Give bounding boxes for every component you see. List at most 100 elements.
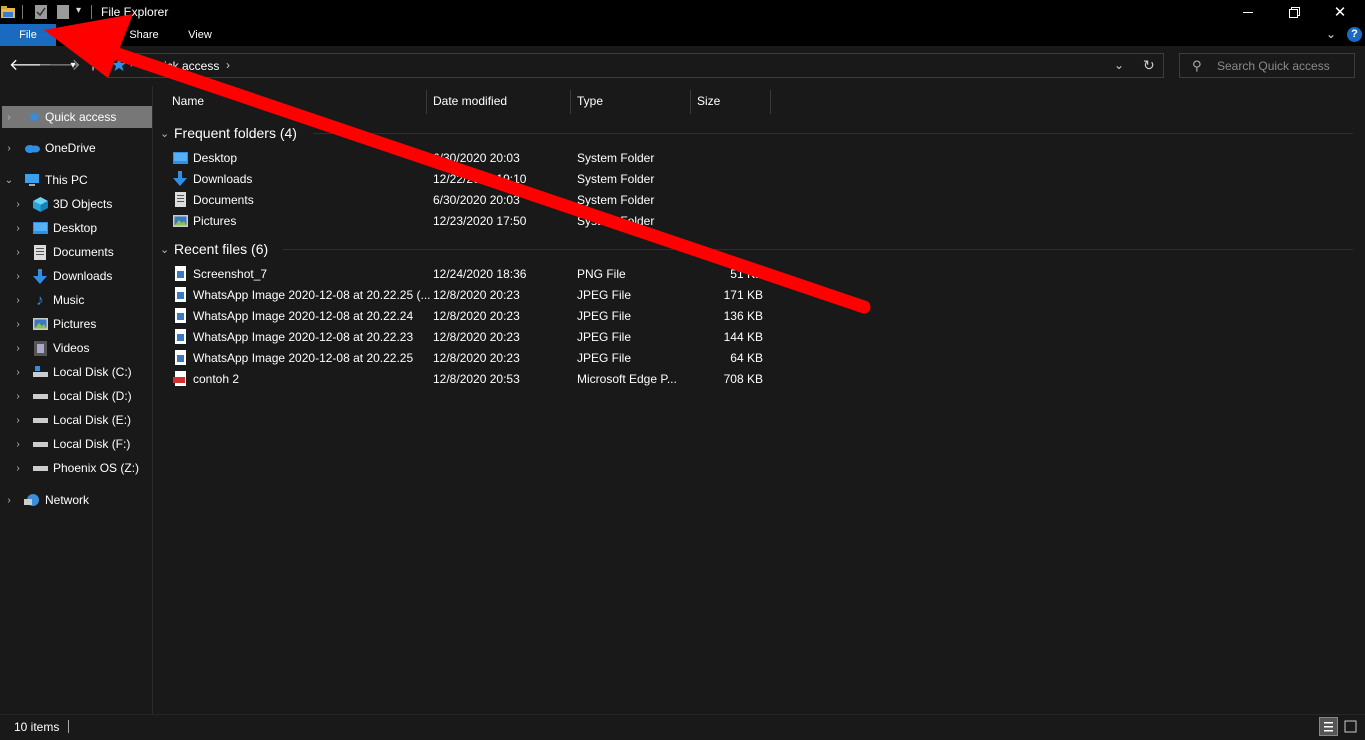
group-header-recent[interactable]: ⌄ Recent files (6) bbox=[160, 238, 268, 260]
breadcrumb-chevron-icon[interactable]: › bbox=[226, 58, 230, 72]
file-name: WhatsApp Image 2020-12-08 at 20.22.23 bbox=[193, 330, 414, 344]
restore-button[interactable] bbox=[1271, 0, 1317, 24]
list-item[interactable]: Desktop 6/30/2020 20:03 System Folder bbox=[171, 148, 781, 169]
sidebar-item-3d-objects[interactable]: › 3D Objects bbox=[0, 193, 152, 215]
chevron-right-icon[interactable]: › bbox=[4, 495, 14, 506]
image-file-icon bbox=[175, 329, 186, 344]
music-icon: ♪ bbox=[36, 291, 44, 309]
up-button[interactable]: 🡑 bbox=[83, 56, 103, 76]
back-button[interactable]: 🡐 bbox=[9, 56, 52, 76]
download-icon bbox=[32, 268, 48, 284]
tab-home[interactable]: Home bbox=[62, 24, 108, 46]
file-name: Downloads bbox=[193, 172, 253, 186]
sidebar-item-network[interactable]: › Network bbox=[0, 489, 152, 511]
list-item[interactable]: Documents 6/30/2020 20:03 System Folder bbox=[171, 190, 781, 211]
item-count: 10 items bbox=[14, 720, 60, 734]
list-item[interactable]: contoh 2 12/8/2020 20:53 Microsoft Edge … bbox=[171, 369, 781, 390]
chevron-right-icon[interactable]: › bbox=[4, 143, 14, 154]
chevron-right-icon[interactable]: › bbox=[13, 367, 23, 378]
help-icon[interactable]: ? bbox=[1347, 27, 1362, 42]
sidebar-item-local-disk-d[interactable]: › Local Disk (D:) bbox=[0, 385, 152, 407]
image-file-icon bbox=[175, 287, 186, 302]
drive-icon bbox=[32, 436, 48, 452]
column-header-date[interactable]: Date modified bbox=[433, 86, 507, 116]
tab-share[interactable]: Share bbox=[122, 24, 166, 46]
sidebar-item-music[interactable]: › ♪ Music bbox=[0, 289, 152, 311]
sidebar-item-pictures[interactable]: › Pictures bbox=[0, 313, 152, 335]
column-divider[interactable] bbox=[770, 90, 771, 114]
sidebar-item-phoenix-os[interactable]: › Phoenix OS (Z:) bbox=[0, 457, 152, 479]
column-divider[interactable] bbox=[426, 90, 427, 114]
chevron-right-icon[interactable]: › bbox=[13, 295, 23, 306]
sidebar-item-onedrive[interactable]: › OneDrive bbox=[0, 137, 152, 159]
ribbon-tabs: File Home Share View ⌄ ? bbox=[0, 24, 1365, 46]
column-header-type[interactable]: Type bbox=[577, 86, 603, 116]
customize-toolbar-icon[interactable]: ▾ bbox=[76, 5, 81, 16]
properties-icon[interactable] bbox=[34, 4, 48, 20]
column-header-size[interactable]: Size bbox=[697, 86, 720, 116]
column-divider[interactable] bbox=[570, 90, 571, 114]
sidebar-item-local-disk-c[interactable]: › Local Disk (C:) bbox=[0, 361, 152, 383]
chevron-right-icon[interactable]: › bbox=[13, 271, 23, 282]
expand-ribbon-icon[interactable]: ⌄ bbox=[1326, 27, 1336, 41]
file-size: 136 KB bbox=[723, 309, 763, 323]
minimize-button[interactable] bbox=[1225, 0, 1271, 24]
chevron-down-icon[interactable]: ⌄ bbox=[4, 175, 14, 186]
sidebar-item-this-pc[interactable]: ⌄ This PC bbox=[0, 169, 152, 191]
group-divider bbox=[313, 133, 1353, 134]
list-item[interactable]: WhatsApp Image 2020-12-08 at 20.22.25 12… bbox=[171, 348, 781, 369]
sidebar-item-label: OneDrive bbox=[45, 141, 96, 155]
close-button[interactable]: ✕ bbox=[1317, 0, 1363, 24]
chevron-right-icon[interactable]: › bbox=[13, 319, 23, 330]
chevron-right-icon[interactable]: › bbox=[13, 343, 23, 354]
chevron-right-icon[interactable]: › bbox=[13, 391, 23, 402]
refresh-icon[interactable]: ↻ bbox=[1143, 57, 1155, 74]
status-divider bbox=[68, 720, 69, 733]
new-folder-icon[interactable] bbox=[56, 4, 70, 20]
forward-button[interactable]: 🡒 bbox=[38, 56, 81, 76]
sidebar-item-downloads[interactable]: › Downloads bbox=[0, 265, 152, 287]
chevron-right-icon[interactable]: › bbox=[13, 463, 23, 474]
chevron-right-icon[interactable]: › bbox=[13, 223, 23, 234]
chevron-down-icon[interactable]: ⌄ bbox=[160, 127, 174, 140]
file-type: PNG File bbox=[577, 267, 626, 281]
list-item[interactable]: Screenshot_7 12/24/2020 18:36 PNG File 5… bbox=[171, 264, 781, 285]
list-item[interactable]: WhatsApp Image 2020-12-08 at 20.22.25 (.… bbox=[171, 285, 781, 306]
list-item[interactable]: Pictures 12/23/2020 17:50 System Folder bbox=[171, 211, 781, 232]
large-icons-view-button[interactable] bbox=[1341, 717, 1360, 736]
sidebar-item-quick-access[interactable]: › Quick access bbox=[2, 106, 152, 128]
chevron-right-icon[interactable]: › bbox=[13, 439, 23, 450]
chevron-right-icon[interactable]: › bbox=[4, 112, 14, 123]
chevron-right-icon[interactable]: › bbox=[13, 247, 23, 258]
file-name: contoh 2 bbox=[193, 372, 240, 386]
column-header-name[interactable]: Name bbox=[172, 86, 204, 116]
desktop-icon bbox=[32, 220, 48, 236]
details-view-button[interactable] bbox=[1319, 717, 1338, 736]
downloads-folder-icon bbox=[173, 171, 187, 186]
chevron-right-icon[interactable]: › bbox=[13, 199, 23, 210]
chevron-down-icon[interactable]: ⌄ bbox=[160, 243, 174, 256]
list-item[interactable]: WhatsApp Image 2020-12-08 at 20.22.23 12… bbox=[171, 327, 781, 348]
address-dropdown-icon[interactable]: ⌄ bbox=[1114, 58, 1124, 72]
sidebar-item-label: Local Disk (D:) bbox=[53, 389, 132, 403]
tab-file[interactable]: File bbox=[0, 24, 56, 46]
sidebar-item-documents[interactable]: › Documents bbox=[0, 241, 152, 263]
group-header-frequent[interactable]: ⌄ Frequent folders (4) bbox=[160, 122, 297, 144]
list-item[interactable]: WhatsApp Image 2020-12-08 at 20.22.24 12… bbox=[171, 306, 781, 327]
sidebar-item-local-disk-e[interactable]: › Local Disk (E:) bbox=[0, 409, 152, 431]
breadcrumb[interactable]: Quick access bbox=[148, 59, 219, 73]
search-box[interactable]: ⚲ Search Quick access bbox=[1179, 53, 1355, 78]
chevron-right-icon[interactable]: › bbox=[13, 415, 23, 426]
address-bar[interactable]: › Quick access › ⌄ ↻ bbox=[107, 53, 1164, 78]
sidebar-item-local-disk-f[interactable]: › Local Disk (F:) bbox=[0, 433, 152, 455]
column-divider[interactable] bbox=[690, 90, 691, 114]
list-item[interactable]: Downloads 12/22/2020 19:10 System Folder bbox=[171, 169, 781, 190]
file-date: 12/8/2020 20:23 bbox=[433, 288, 520, 302]
recent-locations-button[interactable]: ▾ bbox=[63, 56, 83, 76]
search-input[interactable]: Search Quick access bbox=[1217, 59, 1330, 73]
file-name: WhatsApp Image 2020-12-08 at 20.22.25 (.… bbox=[193, 288, 431, 302]
file-type: System Folder bbox=[577, 172, 655, 186]
sidebar-item-videos[interactable]: › Videos bbox=[0, 337, 152, 359]
sidebar-item-desktop[interactable]: › Desktop bbox=[0, 217, 152, 239]
tab-view[interactable]: View bbox=[180, 24, 220, 46]
